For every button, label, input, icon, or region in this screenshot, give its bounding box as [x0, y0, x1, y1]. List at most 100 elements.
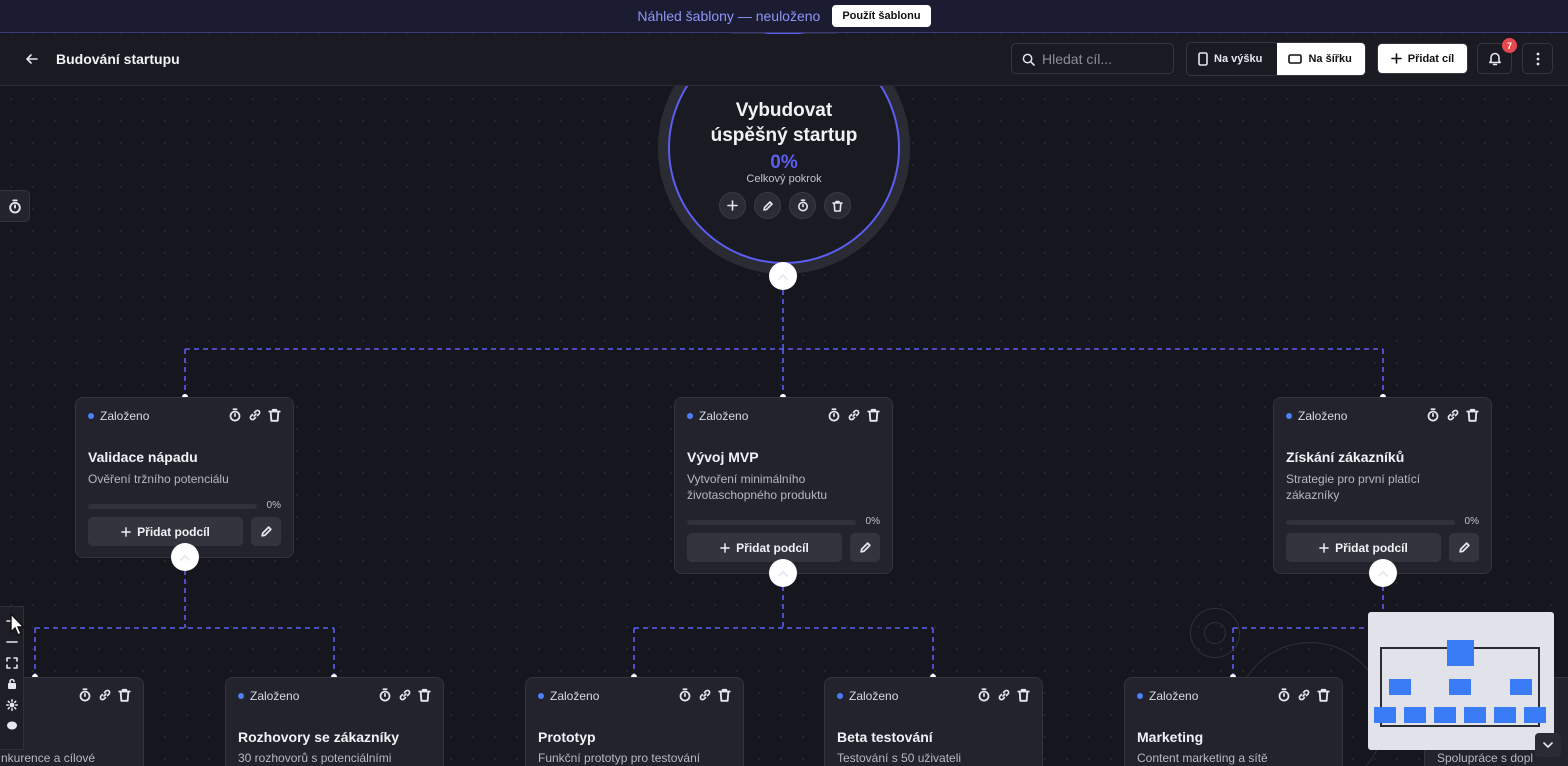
- minimap-collapse-button[interactable]: [1535, 733, 1561, 757]
- more-vertical-icon: [1536, 52, 1539, 65]
- pencil-icon: [762, 200, 773, 211]
- edit-button[interactable]: [1449, 533, 1479, 562]
- link-icon[interactable]: [997, 688, 1011, 702]
- minimap[interactable]: [1368, 612, 1554, 750]
- card-actions: [378, 688, 431, 702]
- search-input[interactable]: [1042, 50, 1167, 67]
- chevron-up-icon: [778, 273, 788, 280]
- stopwatch-icon[interactable]: [827, 408, 841, 422]
- add-goal-button[interactable]: Přidat cíl: [1377, 43, 1468, 74]
- trash-icon[interactable]: [1017, 688, 1030, 702]
- card-actions: [678, 688, 731, 702]
- sun-icon[interactable]: [5, 699, 18, 711]
- progress-percent: 0%: [1464, 516, 1479, 527]
- progress-bar: [88, 504, 257, 509]
- plus-icon: [121, 526, 131, 537]
- edit-button[interactable]: [850, 533, 880, 562]
- card-actions: [1426, 408, 1479, 422]
- chevron-down-icon: [1543, 741, 1553, 748]
- back-arrow-icon[interactable]: [24, 51, 40, 67]
- trash-icon[interactable]: [1317, 688, 1330, 702]
- goal-card[interactable]: Založeno Získání zákazníků Strategie pro…: [1273, 397, 1492, 574]
- search-icon: [1022, 53, 1035, 66]
- root-delete-button[interactable]: [824, 192, 851, 219]
- subgoal-card[interactable]: Založeno Marketing Content marketing a s…: [1124, 677, 1343, 766]
- trash-icon[interactable]: [118, 688, 131, 702]
- progress-bar: [687, 520, 856, 525]
- minimap-node: [1464, 707, 1486, 723]
- landscape-button[interactable]: Na šířku: [1277, 43, 1365, 75]
- status-label: Založeno: [250, 689, 300, 703]
- stopwatch-icon[interactable]: [78, 688, 92, 702]
- comment-icon[interactable]: [6, 720, 18, 732]
- root-collapse-toggle[interactable]: [769, 262, 797, 290]
- root-edit-button[interactable]: [754, 192, 781, 219]
- apply-template-button[interactable]: Použít šablonu: [832, 5, 931, 27]
- link-icon[interactable]: [248, 408, 262, 422]
- link-icon[interactable]: [847, 408, 861, 422]
- trash-icon: [832, 200, 843, 212]
- lock-icon[interactable]: [6, 678, 18, 690]
- link-icon[interactable]: [98, 688, 112, 702]
- minimap-node: [1404, 707, 1426, 723]
- status-dot: [88, 413, 94, 419]
- stopwatch-icon[interactable]: [228, 408, 242, 422]
- trash-icon[interactable]: [718, 688, 731, 702]
- plus-icon: [727, 200, 738, 211]
- status-label: Založeno: [100, 409, 150, 423]
- card-title: Získání zákazníků: [1286, 449, 1405, 465]
- trash-icon[interactable]: [867, 408, 880, 422]
- subgoal-card[interactable]: Založeno Beta testování Testování s 50 u…: [824, 677, 1043, 766]
- root-add-button[interactable]: [719, 192, 746, 219]
- add-subgoal-button[interactable]: Přidat podcíl: [687, 533, 842, 562]
- card-description: Content marketing a sítě: [1137, 751, 1268, 765]
- minimap-node: [1434, 707, 1456, 723]
- fit-view-icon[interactable]: [5, 657, 18, 669]
- page-title: Budování startupu: [56, 51, 180, 67]
- plus-icon: [720, 542, 730, 553]
- edit-button[interactable]: [251, 517, 281, 546]
- stopwatch-icon[interactable]: [977, 688, 991, 702]
- card-description: Vytvoření minimálního životaschopného pr…: [687, 472, 828, 502]
- progress-percent: 0%: [266, 500, 281, 511]
- link-icon[interactable]: [1297, 688, 1311, 702]
- collapse-toggle[interactable]: [171, 543, 199, 571]
- collapse-toggle[interactable]: [1369, 559, 1397, 587]
- trash-icon[interactable]: [418, 688, 431, 702]
- subgoal-card[interactable]: Založeno Prototyp Funkční prototyp pro t…: [525, 677, 744, 766]
- stopwatch-icon: [797, 199, 808, 212]
- chevron-up-icon: [778, 570, 788, 577]
- more-options-button[interactable]: [1522, 43, 1553, 74]
- minimap-node: [1447, 640, 1474, 666]
- status-badge: Založeno: [1286, 409, 1347, 423]
- link-icon[interactable]: [1446, 408, 1460, 422]
- stopwatch-icon[interactable]: [1277, 688, 1291, 702]
- portrait-button[interactable]: Na výšku: [1187, 43, 1277, 75]
- stopwatch-icon[interactable]: [378, 688, 392, 702]
- stopwatch-icon[interactable]: [678, 688, 692, 702]
- subgoal-card[interactable]: Založeno Rozhovory se zákazníky 30 rozho…: [225, 677, 444, 766]
- add-subgoal-button[interactable]: Přidat podcíl: [1286, 533, 1441, 562]
- card-title: Vývoj MVP: [687, 449, 759, 465]
- search-box[interactable]: [1011, 43, 1174, 74]
- goal-card[interactable]: Založeno Validace nápadu Ověření tržního…: [75, 397, 294, 558]
- stopwatch-icon[interactable]: [1426, 408, 1440, 422]
- add-subgoal-label: Přidat podcíl: [736, 540, 809, 555]
- goal-card[interactable]: Založeno Vývoj MVP Vytvoření minimálního…: [674, 397, 893, 574]
- banner-text: Náhled šablony — neuloženo: [637, 8, 821, 24]
- card-description: nkurence a cílové: [1, 751, 96, 765]
- add-subgoal-button[interactable]: Přidat podcíl: [88, 517, 243, 546]
- minimap-node: [1374, 707, 1396, 723]
- timer-panel-button[interactable]: [0, 190, 30, 222]
- root-progress-percent: 0%: [770, 152, 798, 173]
- link-icon[interactable]: [698, 688, 712, 702]
- link-icon[interactable]: [398, 688, 412, 702]
- trash-icon[interactable]: [1466, 408, 1479, 422]
- status-dot: [687, 413, 693, 419]
- landscape-label: Na šířku: [1308, 53, 1352, 65]
- status-label: Založeno: [1149, 689, 1199, 703]
- status-dot: [1286, 413, 1292, 419]
- collapse-toggle[interactable]: [769, 559, 797, 587]
- trash-icon[interactable]: [268, 408, 281, 422]
- root-timer-button[interactable]: [789, 192, 816, 219]
